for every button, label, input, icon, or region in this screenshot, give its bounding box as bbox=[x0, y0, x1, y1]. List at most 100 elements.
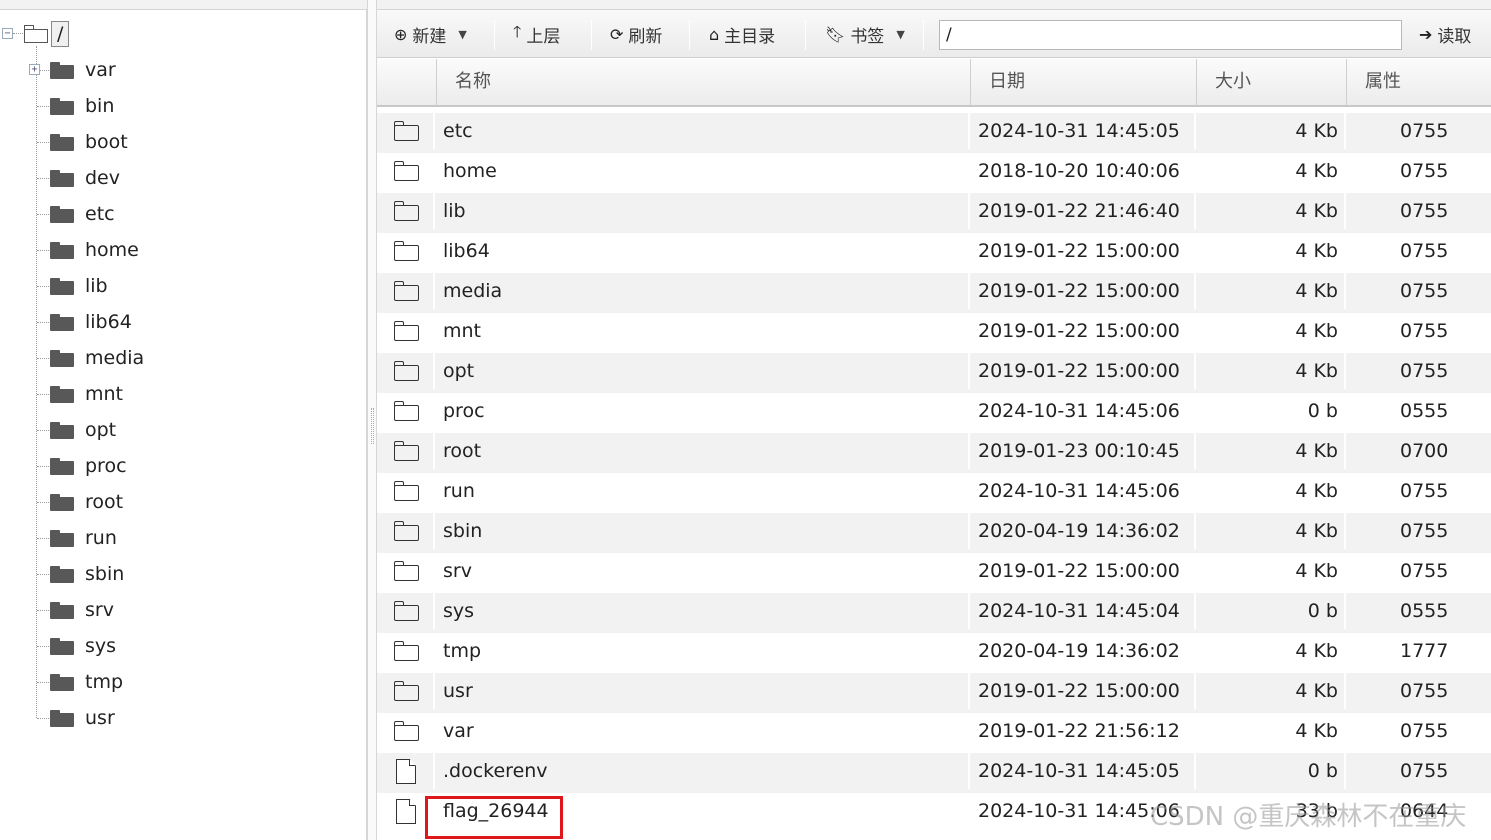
tree-item[interactable]: var bbox=[50, 55, 116, 85]
file-row[interactable]: .dockerenv 2024-10-31 14:45:05 0 b 0755 bbox=[377, 753, 1491, 793]
folder-icon bbox=[50, 241, 74, 259]
tree-panel-header bbox=[0, 0, 367, 10]
tree-item[interactable]: home bbox=[50, 235, 139, 265]
row-icon-cell bbox=[377, 673, 435, 709]
bookmark-button[interactable]: 🔖︎ 书签 ▼ bbox=[825, 19, 905, 49]
file-row[interactable]: home 2018-10-20 10:40:06 4 Kb 0755 bbox=[377, 153, 1491, 193]
file-panel-header bbox=[377, 0, 1491, 10]
file-name[interactable]: run bbox=[437, 473, 970, 509]
file-size: 4 Kb bbox=[1196, 233, 1346, 269]
folder-icon bbox=[394, 561, 419, 581]
tree-item[interactable]: sys bbox=[50, 631, 116, 661]
folder-open-icon bbox=[24, 25, 48, 43]
file-row[interactable]: sbin 2020-04-19 14:36:02 4 Kb 0755 bbox=[377, 513, 1491, 553]
folder-icon bbox=[394, 401, 419, 421]
file-name[interactable]: etc bbox=[437, 113, 970, 149]
file-size: 4 Kb bbox=[1196, 433, 1346, 469]
file-size: 4 Kb bbox=[1196, 153, 1346, 189]
tree-item[interactable]: media bbox=[50, 343, 144, 373]
tree-item[interactable]: mnt bbox=[50, 379, 123, 409]
folder-icon bbox=[50, 637, 74, 655]
tree-guide-line bbox=[37, 358, 49, 359]
path-input[interactable] bbox=[939, 20, 1402, 50]
tree-item[interactable]: opt bbox=[50, 415, 116, 445]
tree-item[interactable]: run bbox=[50, 523, 117, 553]
file-size: 4 Kb bbox=[1196, 553, 1346, 589]
up-level-button[interactable]: 🡑 上层 bbox=[513, 19, 560, 49]
folder-icon bbox=[394, 361, 419, 381]
tree-item[interactable]: proc bbox=[50, 451, 127, 481]
file-name[interactable]: lib64 bbox=[437, 233, 970, 269]
tree-item[interactable]: lib bbox=[50, 271, 108, 301]
file-name[interactable]: proc bbox=[437, 393, 970, 429]
panel-splitter[interactable] bbox=[367, 0, 377, 840]
file-row[interactable]: etc 2024-10-31 14:45:05 4 Kb 0755 bbox=[377, 113, 1491, 153]
folder-icon bbox=[50, 61, 74, 79]
file-row[interactable]: media 2019-01-22 15:00:00 4 Kb 0755 bbox=[377, 273, 1491, 313]
attr-column-header[interactable]: 属性 bbox=[1347, 59, 1491, 105]
file-name[interactable]: media bbox=[437, 273, 970, 309]
date-column-header[interactable]: 日期 bbox=[971, 59, 1197, 105]
file-row[interactable]: srv 2019-01-22 15:00:00 4 Kb 0755 bbox=[377, 553, 1491, 593]
file-date: 2024-10-31 14:45:06 bbox=[970, 473, 1196, 509]
file-size: 4 Kb bbox=[1196, 633, 1346, 669]
file-name[interactable]: mnt bbox=[437, 313, 970, 349]
folder-icon bbox=[50, 457, 74, 475]
file-permissions: 0755 bbox=[1400, 560, 1449, 582]
tree-root-node[interactable]: / bbox=[24, 20, 70, 48]
read-button[interactable]: ➔ 读取 bbox=[1419, 19, 1471, 49]
tree-item-label: proc bbox=[85, 455, 127, 477]
file-name[interactable]: sbin bbox=[437, 513, 970, 549]
file-row[interactable]: proc 2024-10-31 14:45:06 0 b 0555 bbox=[377, 393, 1491, 433]
file-row[interactable]: var 2019-01-22 21:56:12 4 Kb 0755 bbox=[377, 713, 1491, 753]
file-row[interactable]: mnt 2019-01-22 15:00:00 4 Kb 0755 bbox=[377, 313, 1491, 353]
tree-item[interactable]: sbin bbox=[50, 559, 124, 589]
name-column-header[interactable]: 名称 bbox=[437, 59, 971, 105]
size-column-header[interactable]: 大小 bbox=[1197, 59, 1347, 105]
new-button[interactable]: ⊕ 新建 ▼ bbox=[394, 19, 467, 49]
file-row[interactable]: lib64 2019-01-22 15:00:00 4 Kb 0755 bbox=[377, 233, 1491, 273]
directory-tree-panel: − / + var bin boot dev etc home lib lib64 media mn… bbox=[0, 0, 367, 840]
tree-item[interactable]: etc bbox=[50, 199, 115, 229]
file-name[interactable]: srv bbox=[437, 553, 970, 589]
tree-guide-line bbox=[37, 250, 49, 251]
file-row[interactable]: sys 2024-10-31 14:45:04 0 b 0555 bbox=[377, 593, 1491, 633]
file-name[interactable]: usr bbox=[437, 673, 970, 709]
chevron-down-icon: ▼ bbox=[896, 27, 905, 41]
tree-item[interactable]: lib64 bbox=[50, 307, 132, 337]
new-button-label: 新建 bbox=[412, 26, 447, 47]
file-row[interactable]: usr 2019-01-22 15:00:00 4 Kb 0755 bbox=[377, 673, 1491, 713]
file-size: 4 Kb bbox=[1196, 513, 1346, 549]
file-row[interactable]: opt 2019-01-22 15:00:00 4 Kb 0755 bbox=[377, 353, 1491, 393]
file-name[interactable]: tmp bbox=[437, 633, 970, 669]
tree-item-label: opt bbox=[85, 419, 117, 441]
tree-item[interactable]: dev bbox=[50, 163, 120, 193]
file-name[interactable]: opt bbox=[437, 353, 970, 389]
tree-item[interactable]: usr bbox=[50, 703, 115, 733]
file-row[interactable]: run 2024-10-31 14:45:06 4 Kb 0755 bbox=[377, 473, 1491, 513]
row-icon-cell bbox=[377, 193, 435, 229]
refresh-button[interactable]: ⟳ 刷新 bbox=[610, 19, 662, 49]
tree-item[interactable]: bin bbox=[50, 91, 114, 121]
home-button[interactable]: ⌂ 主目录 bbox=[709, 19, 775, 49]
tree-guide-line bbox=[37, 286, 49, 287]
file-name[interactable]: root bbox=[437, 433, 970, 469]
tree-item-label: media bbox=[85, 347, 145, 369]
file-row[interactable]: tmp 2020-04-19 14:36:02 4 Kb 1777 bbox=[377, 633, 1491, 673]
splitter-grip-icon[interactable] bbox=[371, 408, 374, 444]
tree-item[interactable]: boot bbox=[50, 127, 128, 157]
file-name[interactable]: var bbox=[437, 713, 970, 749]
tree-item[interactable]: tmp bbox=[50, 667, 123, 697]
file-name[interactable]: lib bbox=[437, 193, 970, 229]
tree-item[interactable]: srv bbox=[50, 595, 114, 625]
file-row[interactable]: root 2019-01-23 00:10:45 4 Kb 0700 bbox=[377, 433, 1491, 473]
file-name[interactable]: .dockerenv bbox=[437, 753, 970, 789]
file-name[interactable]: home bbox=[437, 153, 970, 189]
file-row[interactable]: lib 2019-01-22 21:46:40 4 Kb 0755 bbox=[377, 193, 1491, 233]
row-icon-cell bbox=[377, 473, 435, 509]
collapse-toggle-icon[interactable]: − bbox=[2, 28, 13, 39]
file-name[interactable]: sys bbox=[437, 593, 970, 629]
tree-item[interactable]: root bbox=[50, 487, 123, 517]
expand-toggle-icon[interactable]: + bbox=[29, 64, 40, 75]
folder-icon bbox=[394, 441, 419, 461]
